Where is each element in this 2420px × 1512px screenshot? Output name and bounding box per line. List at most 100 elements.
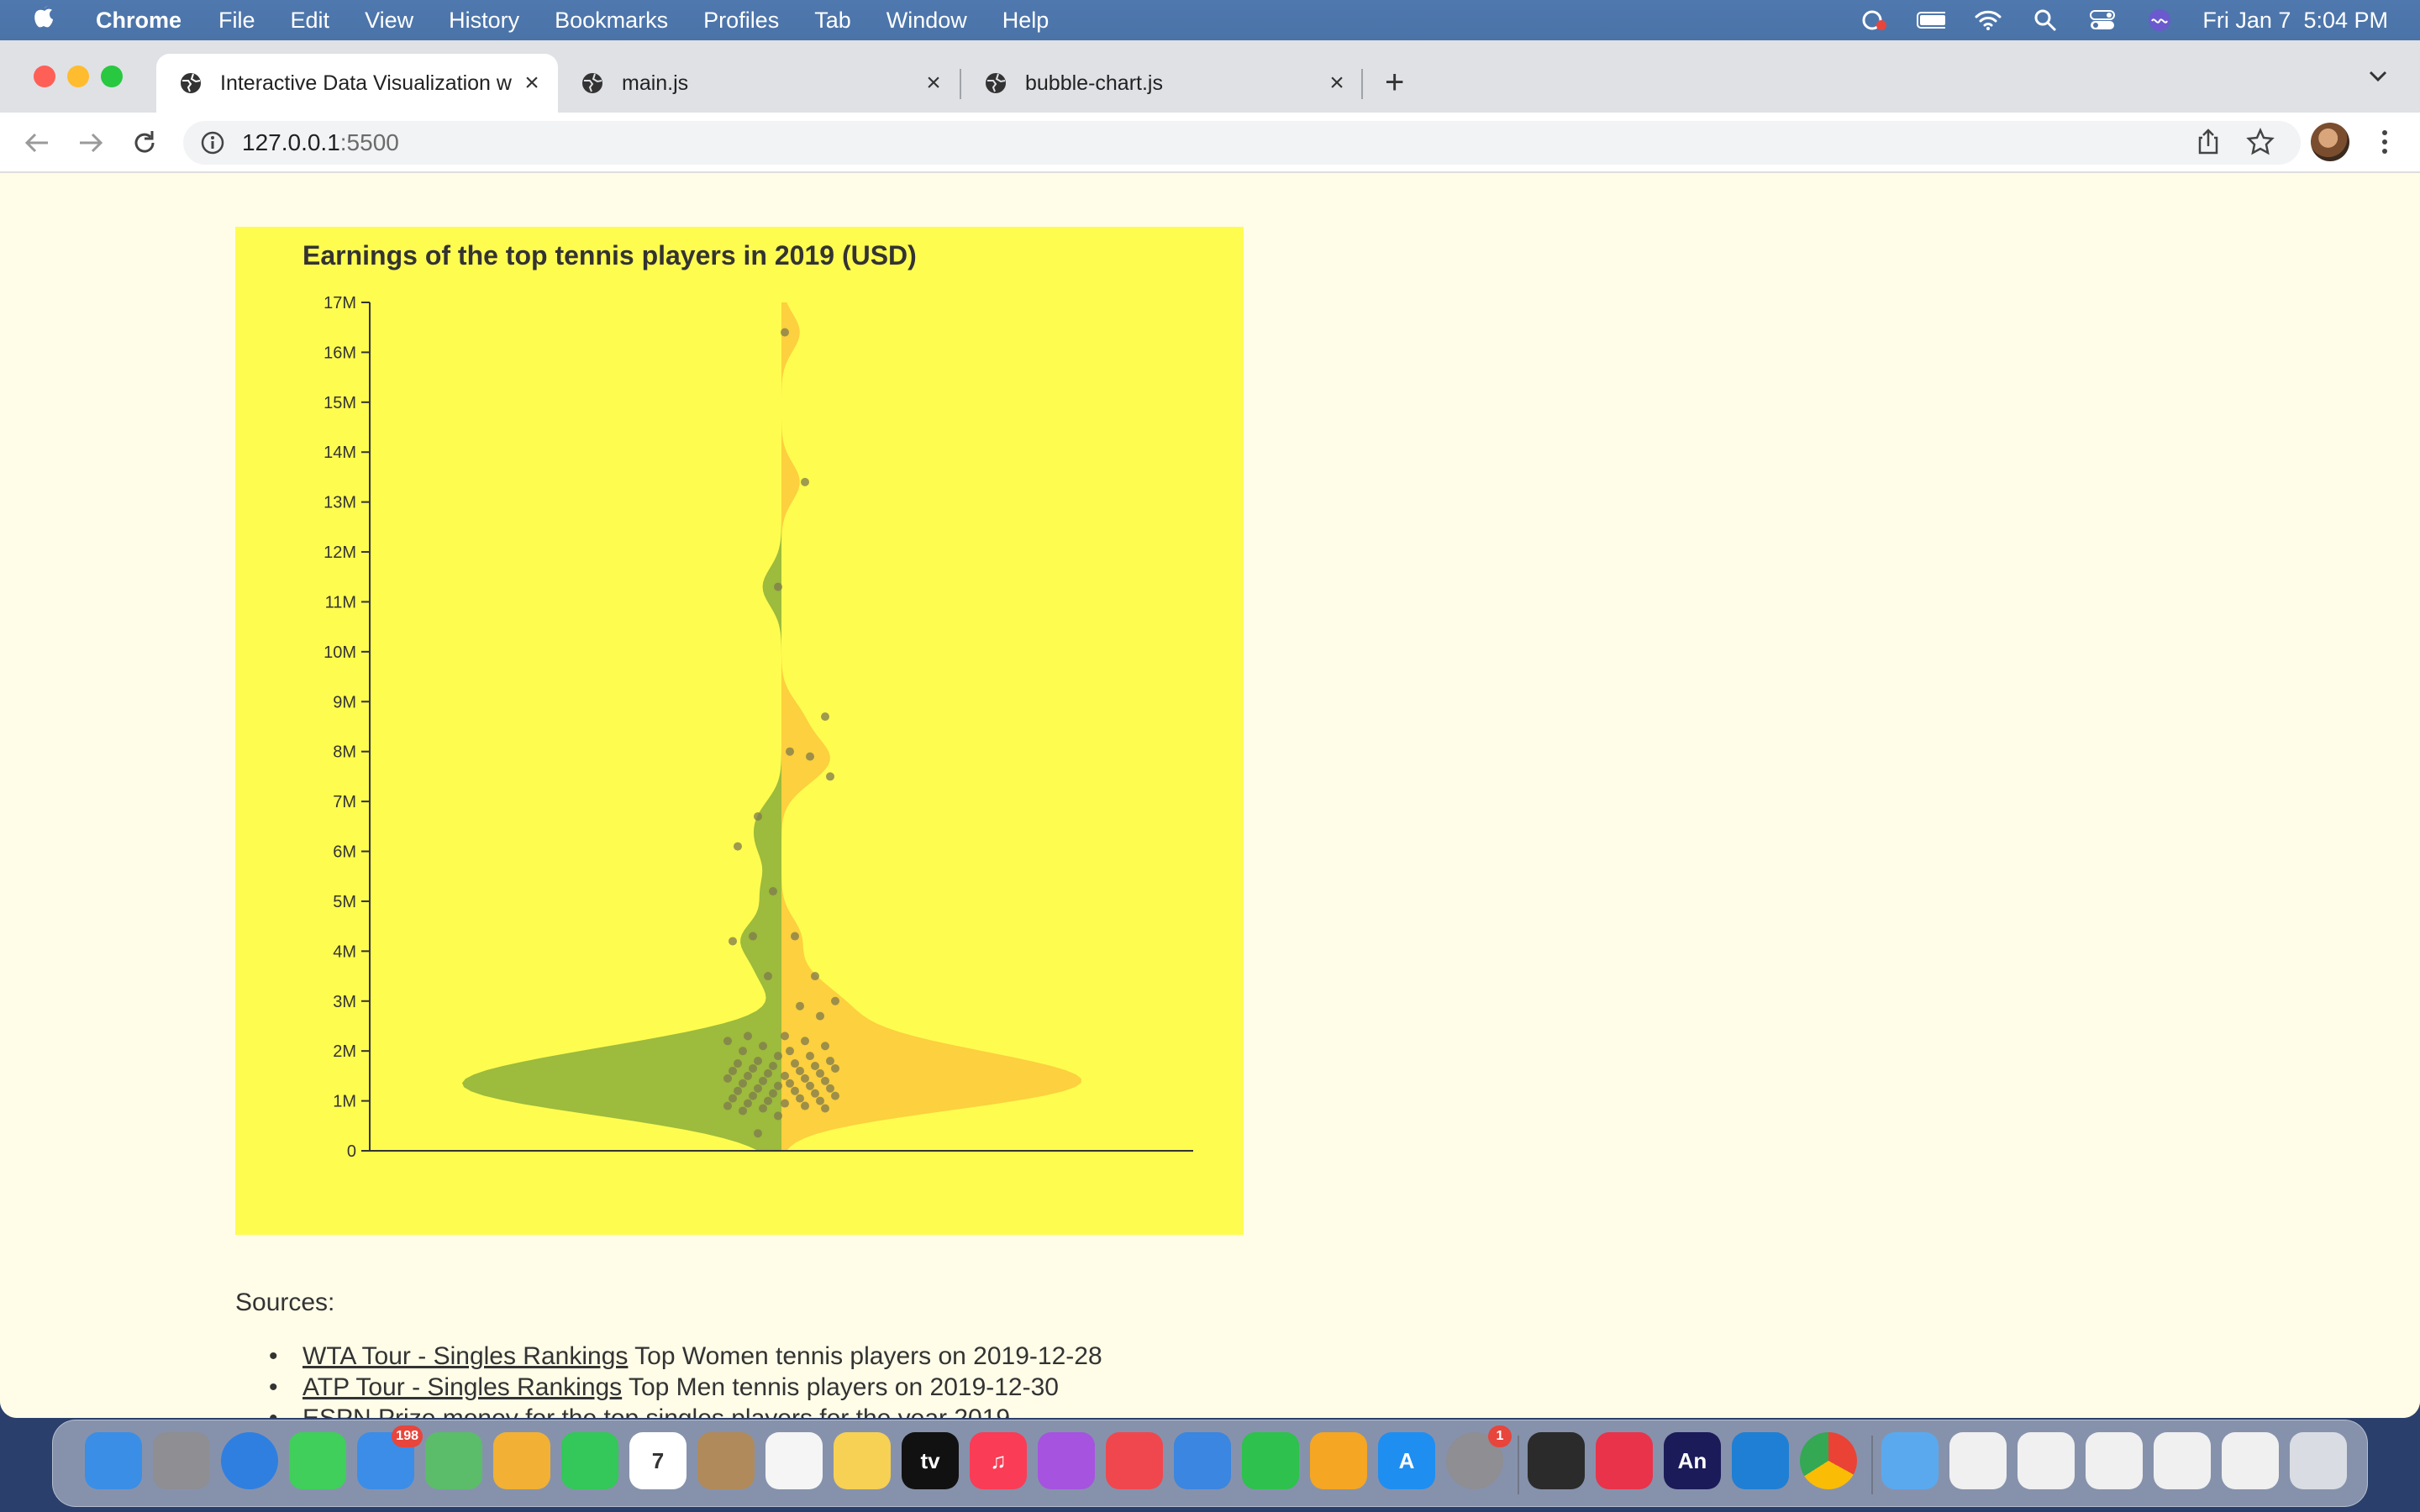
tab-active[interactable]: Interactive Data Visualization w ×: [156, 54, 558, 113]
menu-clock[interactable]: Fri Jan 7 5:04 PM: [2202, 8, 2388, 34]
tab-bubble-chart-js[interactable]: bubble-chart.js ×: [961, 54, 1363, 113]
photos-icon[interactable]: [493, 1432, 550, 1489]
facetime-icon[interactable]: [561, 1432, 618, 1489]
tab-main-js[interactable]: main.js ×: [558, 54, 960, 113]
forward-arrow-icon[interactable]: [72, 124, 109, 161]
data-point: [749, 1063, 757, 1073]
music-icon[interactable]: ♫: [970, 1432, 1027, 1489]
window-thumb-5-icon[interactable]: [2222, 1432, 2279, 1489]
apple-tv-icon[interactable]: tv: [902, 1432, 959, 1489]
data-point: [786, 1079, 794, 1088]
window-close-button[interactable]: [34, 66, 55, 87]
reminders-icon[interactable]: [765, 1432, 823, 1489]
menu-file[interactable]: File: [218, 8, 255, 34]
contacts-icon[interactable]: [697, 1432, 755, 1489]
finder-icon[interactable]: [85, 1432, 142, 1489]
menu-view[interactable]: View: [365, 8, 413, 34]
launchpad-icon[interactable]: [153, 1432, 210, 1489]
data-point: [796, 1001, 804, 1011]
window-zoom-button[interactable]: [101, 66, 123, 87]
data-point: [791, 1086, 799, 1095]
menu-bookmarks[interactable]: Bookmarks: [555, 8, 668, 34]
notes-icon[interactable]: [834, 1432, 891, 1489]
keynote-icon[interactable]: [1174, 1432, 1231, 1489]
back-arrow-icon[interactable]: [18, 124, 55, 161]
tab-search-chevron-icon[interactable]: [2368, 64, 2388, 91]
y-tick-label: 7M: [333, 793, 356, 811]
y-tick-label: 14M: [324, 444, 356, 462]
chrome-icon[interactable]: [1800, 1432, 1857, 1489]
trash-icon[interactable]: [2290, 1432, 2347, 1489]
reload-icon[interactable]: [126, 124, 163, 161]
folder-icon[interactable]: [1881, 1432, 1939, 1489]
app-store-icon[interactable]: A: [1378, 1432, 1435, 1489]
source-description: Top Women tennis players on 2019-12-28: [628, 1342, 1102, 1370]
data-point: [764, 1068, 772, 1078]
system-preferences-icon[interactable]: 1: [1446, 1425, 1512, 1489]
share-icon[interactable]: [2193, 128, 2223, 158]
numbers-icon[interactable]: [1242, 1432, 1299, 1489]
spotlight-search-icon[interactable]: [2031, 9, 2060, 32]
maps-icon[interactable]: [425, 1432, 482, 1489]
menu-app-name[interactable]: Chrome: [96, 8, 182, 34]
window-thumb-2-icon[interactable]: [2018, 1432, 2075, 1489]
messages-icon[interactable]: [289, 1432, 346, 1489]
close-tab-icon[interactable]: ×: [921, 69, 946, 97]
window-minimize-button[interactable]: [67, 66, 89, 87]
close-tab-icon[interactable]: ×: [1324, 69, 1349, 97]
close-tab-icon[interactable]: ×: [519, 69, 544, 97]
kebab-menu-icon[interactable]: [2370, 128, 2400, 158]
new-tab-plus-icon[interactable]: +: [1385, 64, 1404, 101]
tab-title: Interactive Data Visualization w: [220, 71, 512, 95]
apple-menu-icon[interactable]: [34, 4, 67, 36]
window-thumb-4-icon[interactable]: [2154, 1432, 2211, 1489]
vscode-icon[interactable]: [1732, 1432, 1789, 1489]
source-link-espn[interactable]: ESPN Prize money: [302, 1404, 518, 1418]
data-point: [723, 1101, 732, 1110]
news-icon[interactable]: [1106, 1432, 1163, 1489]
mail-icon[interactable]: 198: [357, 1425, 423, 1489]
menu-window[interactable]: Window: [886, 8, 967, 34]
menu-help[interactable]: Help: [1002, 8, 1050, 34]
battery-icon[interactable]: [1917, 9, 1946, 31]
podcasts-icon[interactable]: [1038, 1432, 1095, 1489]
sources-heading: Sources:: [235, 1289, 335, 1316]
pages-icon[interactable]: [1310, 1432, 1367, 1489]
creative-cloud-icon[interactable]: [1596, 1432, 1653, 1489]
source-link-wta[interactable]: WTA Tour - Singles Rankings: [302, 1342, 628, 1370]
animate-icon[interactable]: An: [1664, 1432, 1721, 1489]
siri-icon[interactable]: [2145, 9, 2174, 31]
url-host: 127.0.0.1: [242, 129, 340, 155]
y-tick-label: 4M: [333, 942, 356, 961]
bookmark-star-icon[interactable]: [2245, 127, 2275, 158]
wifi-icon[interactable]: [1974, 9, 2002, 31]
calendar-icon[interactable]: 7: [629, 1432, 687, 1489]
y-tick-label: 10M: [324, 643, 356, 662]
y-tick-label: 6M: [333, 843, 356, 862]
data-point: [734, 1059, 742, 1068]
data-point: [774, 1052, 782, 1061]
window-thumb-3-icon[interactable]: [2086, 1432, 2143, 1489]
menu-profiles[interactable]: Profiles: [703, 8, 779, 34]
data-point: [774, 582, 782, 591]
y-tick-label: 0: [347, 1142, 356, 1161]
source-link-atp[interactable]: ATP Tour - Singles Rankings: [302, 1373, 622, 1401]
window-thumb-1-icon[interactable]: [1949, 1432, 2007, 1489]
control-center-icon[interactable]: [2088, 9, 2117, 31]
list-item: ATP Tour - Singles Rankings Top Men tenn…: [269, 1373, 1102, 1404]
address-bar[interactable]: 127.0.0.1 :5500: [183, 121, 2301, 165]
data-point: [806, 752, 814, 761]
tab-title: bubble-chart.js: [1025, 71, 1163, 95]
menu-history[interactable]: History: [449, 8, 519, 34]
data-point: [826, 772, 834, 781]
creative-cloud-status-icon[interactable]: [1860, 9, 1888, 31]
site-info-icon[interactable]: [200, 130, 225, 155]
data-point: [791, 932, 799, 941]
garageband-icon[interactable]: [1528, 1432, 1585, 1489]
data-point: [826, 1084, 834, 1093]
menu-edit[interactable]: Edit: [291, 8, 330, 34]
y-tick-label: 13M: [324, 494, 356, 512]
profile-avatar[interactable]: [2311, 123, 2349, 161]
safari-icon[interactable]: [221, 1432, 278, 1489]
menu-tab[interactable]: Tab: [814, 8, 851, 34]
